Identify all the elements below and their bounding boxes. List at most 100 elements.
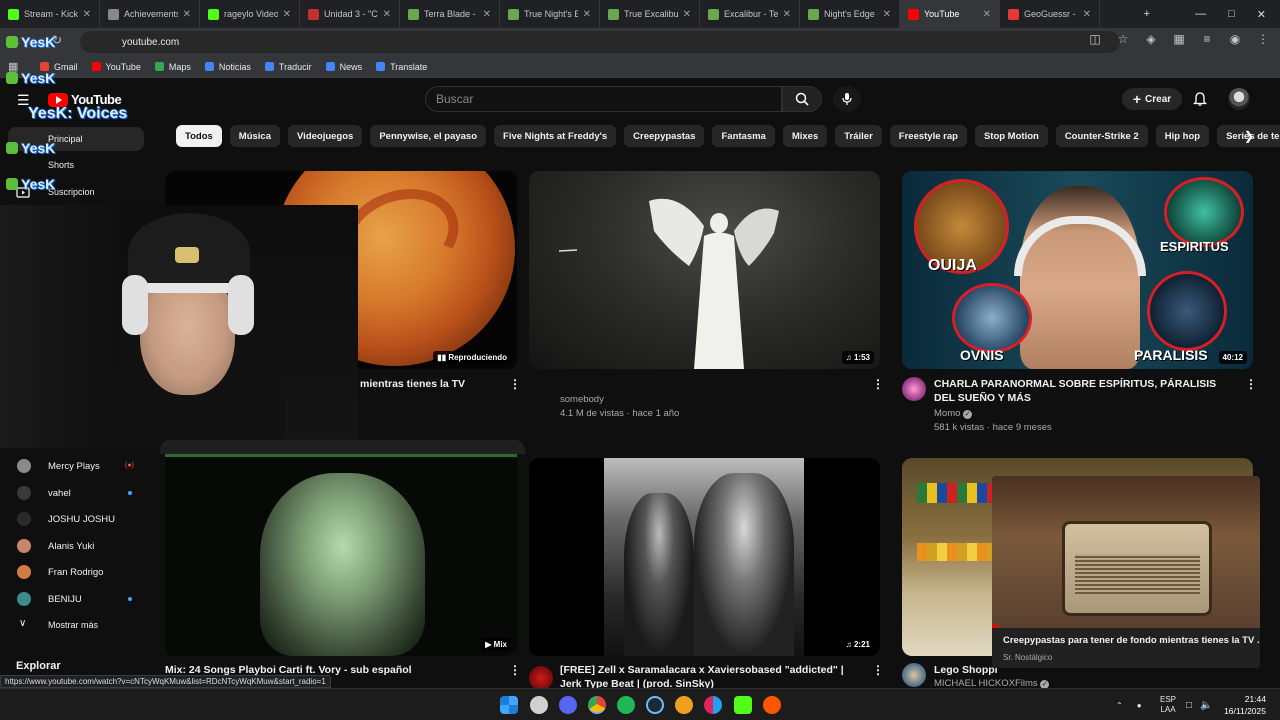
new-tab-plus-icon[interactable]: + [1144, 8, 1150, 20]
filter-chip[interactable]: Tráiler [835, 125, 882, 147]
browser-tab[interactable]: Excalibur - Terr ✕ [700, 0, 800, 28]
subscription-item[interactable]: Mercy Plays (●) [0, 455, 160, 477]
filter-chip[interactable]: Mixes [782, 125, 828, 147]
browser-tab[interactable]: Stream - Kick ✕ [0, 0, 100, 28]
tab-close-icon[interactable]: ✕ [383, 9, 391, 20]
subscription-item[interactable]: JOSHU JOSHU [0, 508, 160, 530]
chrome-icon[interactable] [588, 696, 606, 714]
language-indicator[interactable]: ESP LAA [1160, 689, 1176, 720]
browser-tab[interactable]: True Night's Ed ✕ [500, 0, 600, 28]
video-thumbnail[interactable]: ♫ 2:21 [529, 458, 880, 656]
filter-chip[interactable]: Five Nights at Freddy's [494, 125, 617, 147]
filter-chip[interactable]: Videojuegos [288, 125, 363, 147]
mini-player-channel[interactable]: Sr. Nostálgico [1003, 653, 1052, 662]
bookmark-item[interactable]: YouTube [91, 62, 141, 72]
filter-chip[interactable]: Todos [176, 125, 222, 147]
browser-tab[interactable]: rageylo Videos ✕ [200, 0, 300, 28]
bookmark-item[interactable]: Traducir [264, 62, 312, 72]
filter-chip[interactable]: Stop Motion [974, 125, 1048, 147]
taskbar-app-icon[interactable] [530, 696, 548, 714]
bookmark-star-icon[interactable]: ☆ [1116, 32, 1130, 46]
soundcloud-icon[interactable] [763, 696, 781, 714]
channel-name[interactable]: Momo ✓ [934, 407, 973, 421]
address-input[interactable]: youtube.com [80, 31, 1120, 53]
taskbar-clock[interactable]: 21:44 16/11/2025 [1224, 693, 1266, 717]
subscription-item[interactable]: BENIJU [0, 588, 160, 610]
video-title[interactable]: CHARLA PARANORMAL SOBRE ESPÍRITUS, PÁRAL… [934, 377, 1224, 405]
kick-icon[interactable] [734, 696, 752, 714]
search-button[interactable] [782, 86, 822, 112]
account-avatar[interactable] [1228, 88, 1250, 110]
video-thumbnail[interactable]: OUIJA ESPIRITUS OVNIS PARALISIS 40:12 [902, 171, 1253, 369]
video-thumbnail[interactable]: ♫ 1:53 [529, 171, 880, 369]
media-control-icon[interactable]: ≡ [1200, 32, 1214, 46]
mini-player-title[interactable]: Creepypastas para tener de fondo mientra… [1003, 635, 1260, 646]
tab-close-icon[interactable]: ✕ [783, 9, 791, 20]
tab-close-icon[interactable]: ✕ [183, 9, 191, 20]
close-window-icon[interactable]: ✕ [1257, 8, 1266, 21]
tab-close-icon[interactable]: ✕ [483, 9, 491, 20]
mini-player[interactable]: Creepypastas para tener de fondo mientra… [992, 476, 1260, 668]
create-button[interactable]: + Crear [1122, 88, 1182, 110]
chips-next-arrow-icon[interactable]: ❯ [1238, 125, 1260, 147]
filter-chip[interactable]: Creepypastas [624, 125, 705, 147]
browser-tab[interactable]: True Excalibur ✕ [600, 0, 700, 28]
tray-chevron-up-icon[interactable]: ⌃ [1116, 701, 1123, 710]
restore-icon[interactable]: □ [1228, 8, 1235, 20]
channel-name[interactable]: somebody [560, 393, 604, 407]
video-thumbnail[interactable]: ▶ Mix [165, 458, 517, 656]
profile-avatar-icon[interactable]: ◉ [1228, 32, 1242, 46]
tab-close-icon[interactable]: ✕ [83, 9, 91, 20]
subscription-item[interactable]: vahel [0, 482, 160, 504]
subscription-item[interactable]: Fran Rodrigo [0, 561, 160, 583]
video-more-options-icon[interactable]: ⋮ [872, 377, 884, 391]
video-more-options-icon[interactable]: ⋮ [872, 663, 884, 677]
filter-chip[interactable]: Freestyle rap [889, 125, 967, 147]
channel-avatar[interactable] [902, 663, 926, 687]
bookmark-item[interactable]: Translate [376, 62, 427, 72]
bookmark-item[interactable]: News [325, 62, 362, 72]
show-more-button[interactable]: ∨ Mostrar más [0, 613, 160, 637]
filter-chip[interactable]: Fantasma [712, 125, 775, 147]
browser-tab[interactable]: Unidad 3 - "Cu ✕ [300, 0, 400, 28]
filter-chip[interactable]: Pennywise, el payaso [370, 125, 487, 147]
discord-icon[interactable] [559, 696, 577, 714]
video-title[interactable]: mientras tienes la TV [360, 377, 465, 391]
minimize-icon[interactable]: — [1195, 8, 1206, 20]
browser-tab[interactable]: Night's Edge - ✕ [800, 0, 900, 28]
browser-menu-icon[interactable]: ⋮ [1256, 32, 1270, 46]
voice-search-button[interactable] [833, 86, 861, 112]
extensions-icon[interactable]: ▦ [1172, 32, 1186, 46]
video-more-options-icon[interactable]: ⋮ [509, 663, 521, 677]
bookmark-item[interactable]: Maps [154, 62, 191, 72]
spotify-icon[interactable] [617, 696, 635, 714]
tab-close-icon[interactable]: ✕ [1083, 9, 1091, 20]
tab-close-icon[interactable]: ✕ [583, 9, 591, 20]
tray-icons[interactable]: □ 🔈 [1186, 689, 1213, 720]
video-title[interactable]: [FREE] Zell x Saramalacara x Xaviersobas… [560, 663, 860, 691]
install-app-icon[interactable]: ◫ [1088, 32, 1102, 46]
video-more-options-icon[interactable]: ⋮ [509, 377, 521, 391]
video-more-options-icon[interactable]: ⋮ [1245, 377, 1257, 391]
channel-avatar[interactable] [529, 666, 553, 690]
sidebar-item-shorts[interactable]: Shorts [0, 153, 160, 177]
browser-tab[interactable]: YouTube ✕ [900, 0, 1000, 28]
tab-close-icon[interactable]: ✕ [283, 9, 291, 20]
bookmark-item[interactable]: Noticias [204, 62, 251, 72]
browser-tab[interactable]: Achievements ✕ [100, 0, 200, 28]
tab-close-icon[interactable]: ✕ [683, 9, 691, 20]
filter-chip[interactable]: Counter-Strike 2 [1055, 125, 1148, 147]
filter-chip[interactable]: Hip hop [1155, 125, 1210, 147]
video-title[interactable]: Lego Shoppi [934, 663, 998, 677]
browser-tab[interactable]: Terra Blade - Te ✕ [400, 0, 500, 28]
channel-avatar[interactable] [902, 377, 926, 401]
filter-chip[interactable]: Música [229, 125, 281, 147]
notifications-bell-icon[interactable] [1192, 91, 1208, 107]
windows-start-icon[interactable] [500, 696, 518, 714]
taskbar-app-icon[interactable] [704, 696, 722, 714]
tab-close-icon[interactable]: ✕ [983, 9, 991, 20]
browser-tab[interactable]: GeoGuessr - L ✕ [1000, 0, 1100, 28]
tab-close-icon[interactable]: ✕ [883, 9, 891, 20]
subscription-item[interactable]: Alanis Yuki [0, 535, 160, 557]
input-mic-icon[interactable]: ● [1137, 701, 1142, 710]
